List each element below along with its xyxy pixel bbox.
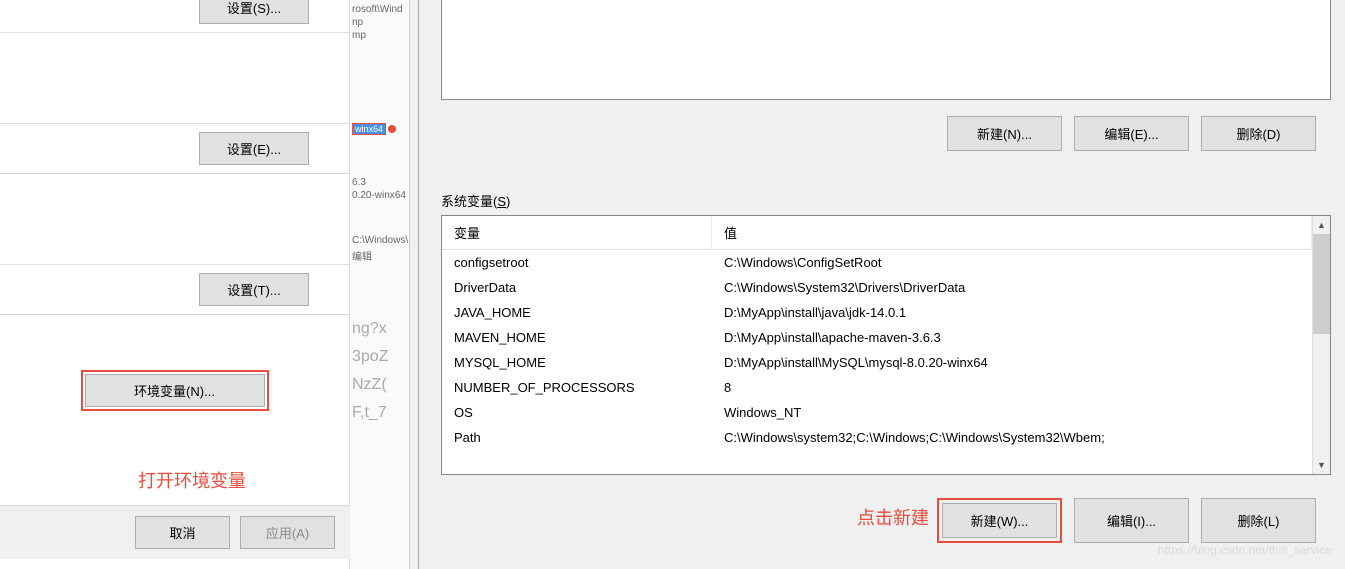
variable-value: D:\MyApp\install\java\jdk-14.0.1: [712, 302, 1312, 323]
table-row[interactable]: configsetrootC:\Windows\ConfigSetRoot: [442, 250, 1312, 275]
user-var-buttons: 新建(N)... 编辑(E)... 删除(D): [947, 116, 1316, 151]
variable-value: C:\Windows\ConfigSetRoot: [712, 252, 1312, 273]
annotation-open-env: 打开环境变量: [138, 467, 246, 493]
user-variables-list[interactable]: [441, 0, 1331, 100]
profile-section: 设置(E)...: [0, 123, 349, 174]
edit-user-var-button[interactable]: 编辑(E)...: [1074, 116, 1189, 151]
table-row[interactable]: OSWindows_NT: [442, 400, 1312, 425]
new-system-var-button[interactable]: 新建(W)...: [942, 503, 1057, 538]
variable-name: MYSQL_HOME: [442, 352, 712, 373]
watermark: https://blog.csdn.net/this_service: [1158, 543, 1332, 557]
table-row[interactable]: JAVA_HOMED:\MyApp\install\java\jdk-14.0.…: [442, 300, 1312, 325]
variable-name: Path: [442, 427, 712, 448]
highlighted-text: winx64: [352, 123, 386, 135]
env-variables-dialog: 新建(N)... 编辑(E)... 删除(D) 系统变量(S) 变量 值 con…: [418, 0, 1344, 569]
new-user-var-button[interactable]: 新建(N)...: [947, 116, 1062, 151]
variable-value: C:\Windows\system32;C:\Windows;C:\Window…: [712, 427, 1312, 448]
edit-system-var-button[interactable]: 编辑(I)...: [1074, 498, 1189, 543]
system-var-buttons: 新建(W)... 编辑(I)... 删除(L): [937, 498, 1316, 543]
variable-name: OS: [442, 402, 712, 423]
apply-button: 应用(A): [240, 516, 335, 549]
system-variables-table[interactable]: 变量 值 configsetrootC:\Windows\ConfigSetRo…: [441, 215, 1331, 475]
background-panel: rosoft\Wind np mp winx64 6.3 0.20-winx64…: [350, 0, 410, 569]
variable-name: DriverData: [442, 277, 712, 298]
red-dot-icon: [388, 125, 396, 133]
variable-value: C:\Windows\System32\Drivers\DriverData: [712, 277, 1312, 298]
settings-s-button[interactable]: 设置(S)...: [199, 0, 309, 24]
variable-value: Windows_NT: [712, 402, 1312, 423]
annotation-click-new: 点击新建: [857, 504, 929, 530]
env-button-highlight: 环境变量(N)...: [81, 370, 269, 411]
startup-section: 设置(T)...: [0, 264, 349, 315]
scrollbar-thumb[interactable]: [1313, 234, 1330, 334]
variable-name: configsetroot: [442, 252, 712, 273]
table-row[interactable]: DriverDataC:\Windows\System32\Drivers\Dr…: [442, 275, 1312, 300]
scroll-down-icon[interactable]: ▼: [1313, 456, 1330, 474]
table-row[interactable]: NUMBER_OF_PROCESSORS8: [442, 375, 1312, 400]
perf-section: 设置(S)...: [0, 0, 349, 33]
column-header-value[interactable]: 值: [712, 216, 1312, 249]
variable-value: 8: [712, 377, 1312, 398]
delete-user-var-button[interactable]: 删除(D): [1201, 116, 1316, 151]
variable-value: D:\MyApp\install\apache-maven-3.6.3: [712, 327, 1312, 348]
system-variables-label: 系统变量(S): [441, 191, 510, 210]
table-row[interactable]: MAVEN_HOMED:\MyApp\install\apache-maven-…: [442, 325, 1312, 350]
delete-system-var-button[interactable]: 删除(L): [1201, 498, 1316, 543]
variable-name: MAVEN_HOME: [442, 327, 712, 348]
variable-value: D:\MyApp\install\MySQL\mysql-8.0.20-winx…: [712, 352, 1312, 373]
system-properties-panel: 设置(S)... 设置(E)... 设置(T)... 环境变量(N)... 打开…: [0, 0, 350, 569]
cancel-button[interactable]: 取消: [135, 516, 230, 549]
settings-e-button[interactable]: 设置(E)...: [199, 132, 309, 165]
table-header: 变量 值: [442, 216, 1312, 250]
column-header-name[interactable]: 变量: [442, 216, 712, 249]
environment-variables-button[interactable]: 环境变量(N)...: [85, 374, 265, 407]
scroll-up-icon[interactable]: ▲: [1313, 216, 1330, 234]
settings-t-button[interactable]: 设置(T)...: [199, 273, 309, 306]
table-row[interactable]: PathC:\Windows\system32;C:\Windows;C:\Wi…: [442, 425, 1312, 450]
variable-name: NUMBER_OF_PROCESSORS: [442, 377, 712, 398]
table-row[interactable]: MYSQL_HOMED:\MyApp\install\MySQL\mysql-8…: [442, 350, 1312, 375]
scrollbar[interactable]: ▲ ▼: [1312, 216, 1330, 474]
variable-name: JAVA_HOME: [442, 302, 712, 323]
dialog-bottom-buttons: 取消 应用(A): [0, 505, 350, 559]
new-button-highlight: 新建(W)...: [937, 498, 1062, 543]
